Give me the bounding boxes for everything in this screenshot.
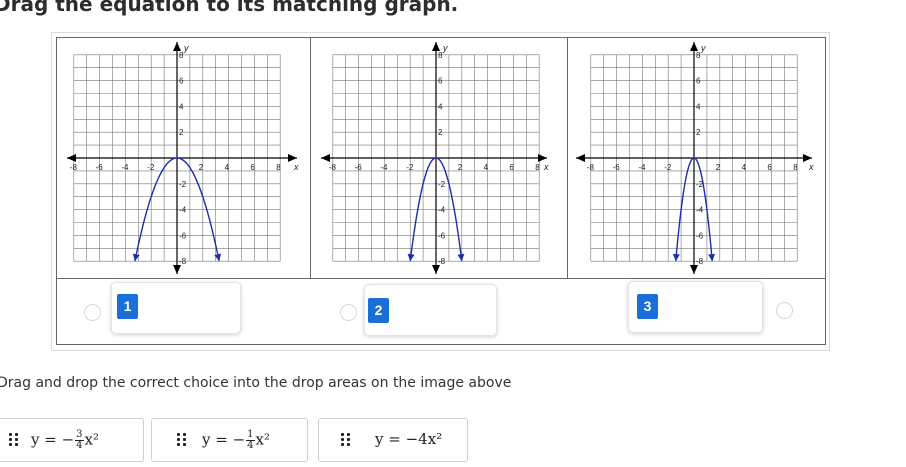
y-tick-label: -8 — [438, 257, 446, 266]
x-tick-label: 2 — [716, 163, 721, 172]
y-axis-arrow-up — [690, 42, 698, 51]
x-axis-arrow-left — [321, 154, 330, 162]
x-tick-label: 6 — [509, 163, 514, 172]
x-axis-arrow-right — [803, 154, 812, 162]
x-tick-label: 6 — [250, 163, 255, 172]
y-tick-label: -6 — [438, 231, 446, 240]
x-tick-label: 6 — [767, 163, 772, 172]
graph-panel: -8 -6 -4 -2 2 4 6 8 8 6 4 2 -2 -4 -6 -8 x y -8 -6 -4 -2 2 4 6 8 8… — [51, 32, 830, 351]
drop-zone-2-number: 2 — [368, 298, 389, 323]
y-tick-label: -8 — [696, 257, 704, 266]
x-axis-arrow-left — [576, 154, 585, 162]
y-tick-label: 4 — [696, 102, 701, 111]
drag-handle-icon — [177, 433, 189, 449]
x-tick-label: -2 — [406, 163, 414, 172]
x-tick-label: 8 — [535, 163, 540, 172]
choice-1[interactable]: y = −3 4 x² — [0, 418, 144, 462]
drop-zone-3[interactable]: 3 — [628, 281, 763, 333]
y-axis-arrow-down — [173, 265, 181, 274]
x-tick-label: -4 — [380, 163, 388, 172]
curve-arrowhead — [457, 253, 465, 262]
x-tick-label: 4 — [225, 163, 230, 172]
x-axis-arrow-left — [67, 154, 76, 162]
graph-cell-1: -8 -6 -4 -2 2 4 6 8 8 6 4 2 -2 -4 -6 -8 x y — [56, 37, 311, 279]
drag-handle-icon — [9, 433, 21, 449]
y-axis-arrow-down — [432, 265, 440, 274]
radio-3[interactable] — [776, 302, 793, 319]
y-tick-label: -4 — [696, 206, 704, 215]
y-tick-label: -4 — [438, 206, 446, 215]
y-tick-label: 6 — [438, 77, 443, 86]
curve-arrowhead — [214, 253, 222, 262]
x-tick-label: -8 — [587, 163, 595, 172]
y-axis-label: y — [700, 43, 706, 53]
drop-zone-1-number: 1 — [117, 294, 138, 319]
x-axis-label: x — [543, 162, 549, 172]
y-tick-label: -4 — [179, 206, 187, 215]
y-tick-label: 6 — [696, 77, 701, 86]
y-tick-label: 2 — [696, 128, 701, 137]
x-tick-label: 8 — [276, 163, 281, 172]
graph-1: -8 -6 -4 -2 2 4 6 88642-2-4-6-8xy — [67, 42, 299, 274]
y-tick-label: -6 — [179, 231, 187, 240]
graph-cell-2: -8 -6 -4 -2 2 4 6 8 8 6 4 2 -2 -4 -6 -8 x y — [310, 37, 568, 279]
graph-cell-3: -8 -6 -4 -2 2 4 6 8 8 6 4 2 -2 -4 -6 -8 x y — [567, 37, 826, 279]
x-tick-label: 8 — [793, 163, 798, 172]
choice-3[interactable]: y = −4x² — [318, 418, 468, 462]
radio-2[interactable] — [340, 304, 357, 321]
x-axis-arrow-right — [288, 154, 297, 162]
x-tick-label: 4 — [484, 163, 489, 172]
y-axis-label: y — [442, 43, 448, 53]
y-tick-label: 2 — [179, 128, 184, 137]
x-tick-label: -4 — [121, 163, 129, 172]
y-tick-label: -2 — [438, 180, 446, 189]
x-axis-arrow-right — [538, 154, 547, 162]
y-tick-label: -8 — [179, 257, 187, 266]
x-axis-label: x — [293, 162, 299, 172]
choice-3-equation: y = −4x² — [375, 430, 443, 448]
x-tick-label: -6 — [613, 163, 621, 172]
graph-2: -8 -6 -4 -2 2 4 6 88642-2-4-6-8xy — [321, 42, 549, 274]
graph-3: -8 -6 -4 -2 2 4 6 88642-2-4-6-8xy — [576, 42, 814, 274]
curve-arrowhead — [407, 253, 415, 262]
y-tick-label: 4 — [179, 102, 184, 111]
curve-arrowhead — [672, 253, 680, 262]
y-axis-arrow-down — [690, 265, 698, 274]
x-axis-label: x — [808, 162, 814, 172]
x-tick-label: 2 — [199, 163, 204, 172]
x-tick-label: -4 — [638, 163, 646, 172]
y-tick-label: 6 — [179, 77, 184, 86]
radio-1[interactable] — [84, 304, 101, 321]
drop-zone-3-number: 3 — [637, 294, 658, 319]
x-tick-label: -8 — [329, 163, 337, 172]
y-axis-arrow-up — [432, 42, 440, 51]
curve-arrowhead — [132, 253, 140, 262]
choice-1-equation: y = −3 4 x² — [31, 429, 100, 451]
x-tick-label: -2 — [147, 163, 155, 172]
x-tick-label: -2 — [664, 163, 672, 172]
drop-zone-1[interactable]: 1 — [111, 282, 241, 334]
page-title: Drag the equation to its matching graph. — [0, 0, 459, 16]
y-tick-label: -2 — [179, 180, 187, 189]
y-tick-label: -6 — [696, 231, 704, 240]
drag-handle-icon — [341, 433, 353, 449]
choice-2-equation: y = −1 4 x² — [202, 429, 271, 451]
x-tick-label: -6 — [355, 163, 363, 172]
y-axis-label: y — [183, 43, 189, 53]
curve-arrowhead — [708, 253, 716, 262]
y-tick-label: 2 — [438, 128, 443, 137]
x-tick-label: -6 — [96, 163, 104, 172]
y-tick-label: 4 — [438, 102, 443, 111]
x-tick-label: 2 — [458, 163, 463, 172]
x-tick-label: 4 — [742, 163, 747, 172]
choice-2[interactable]: y = −1 4 x² — [151, 418, 308, 462]
y-axis-arrow-up — [173, 42, 181, 51]
instruction-text: Drag and drop the correct choice into th… — [0, 375, 512, 391]
drop-row: 1 2 3 — [56, 278, 826, 345]
x-tick-label: -8 — [70, 163, 78, 172]
drop-zone-2[interactable]: 2 — [364, 284, 497, 336]
